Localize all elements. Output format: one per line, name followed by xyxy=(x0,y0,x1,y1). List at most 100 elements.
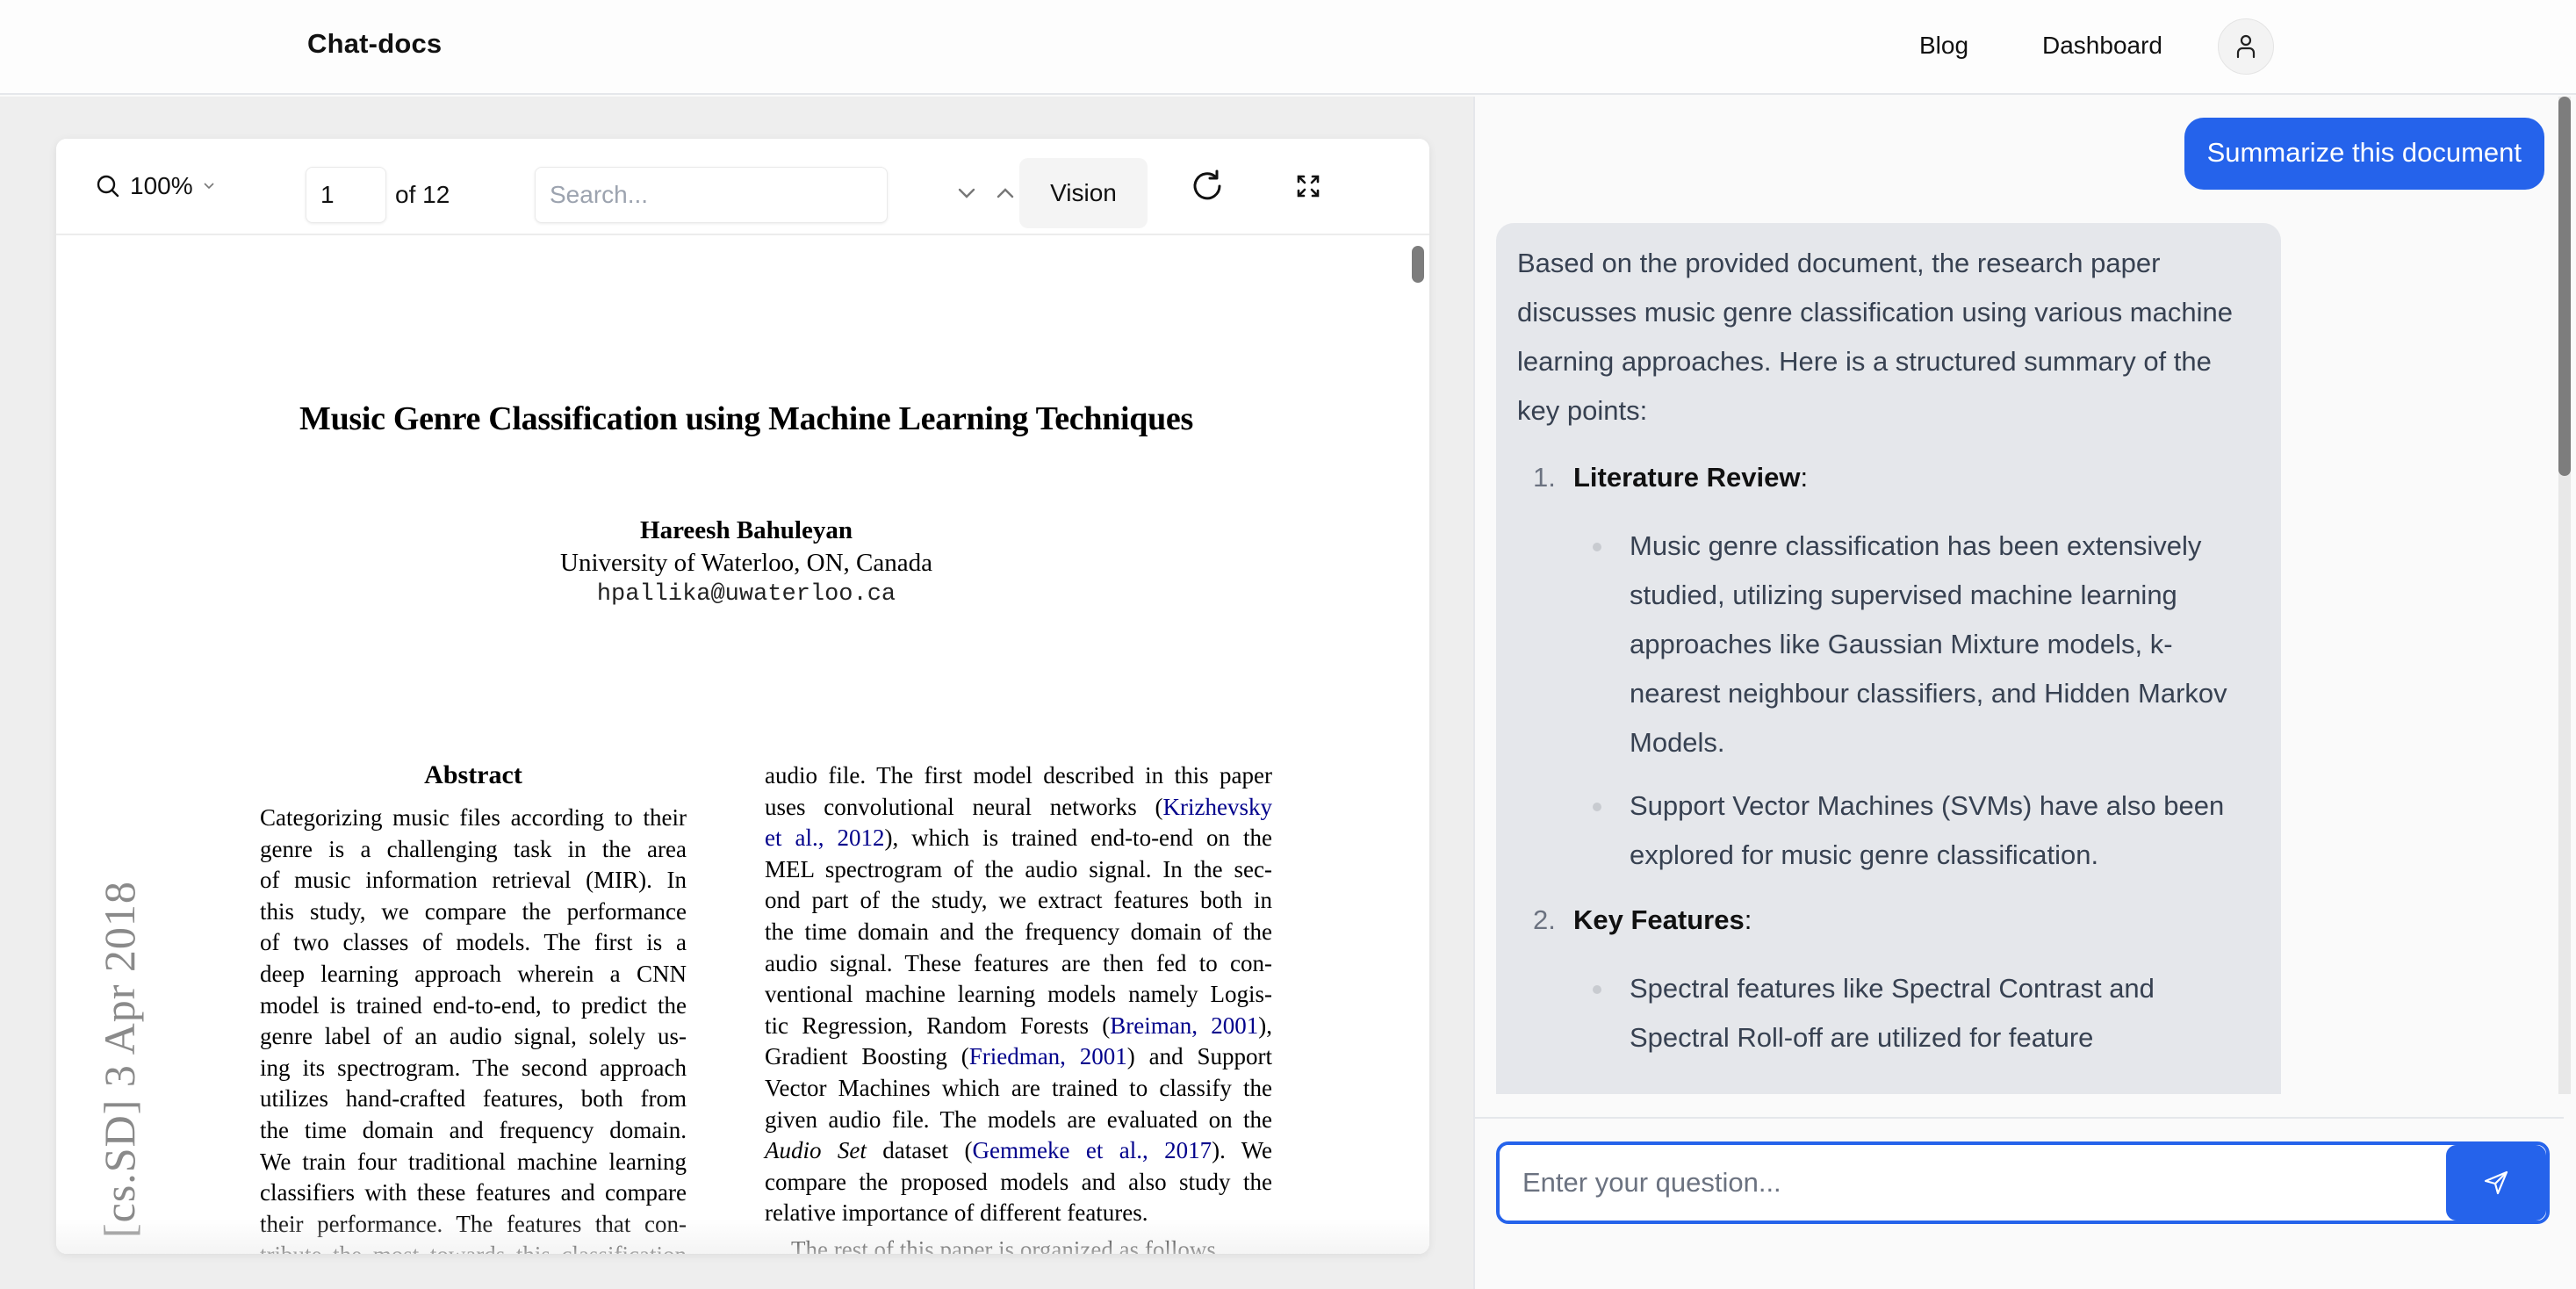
bullet-item: Spectral features like Spectral Contrast… xyxy=(1573,964,2260,1062)
chat-messages[interactable]: Summarize this document Based on the pro… xyxy=(1475,97,2564,1094)
send-button[interactable] xyxy=(2446,1145,2546,1221)
citation-link[interactable]: et al., 2012 xyxy=(765,825,884,851)
summary-list: 1. Literature Review: Music genre classifi… xyxy=(1517,453,2260,1062)
citation-link[interactable]: Friedman, 2001 xyxy=(969,1043,1127,1069)
bullet-text: Spectral features like Spectral Contrast… xyxy=(1630,973,2155,1053)
assistant-message: Based on the provided document, the rese… xyxy=(1496,223,2281,1094)
text-run: MEL spectrogram of the audio signal. In … xyxy=(765,855,1272,882)
abstract-line: tribute the most towards this classifica… xyxy=(260,1240,687,1254)
dataset-name: Audio Set xyxy=(765,1137,867,1164)
text-run: the time domain and the frequency domain… xyxy=(765,918,1272,945)
brand-logo[interactable]: Chat-docs xyxy=(307,28,442,60)
abstract-line: genre is a challenging task in the area xyxy=(260,835,687,862)
rotate-button[interactable] xyxy=(1183,162,1232,211)
zoom-level: 100% xyxy=(130,172,193,199)
document-scrollbar-thumb[interactable] xyxy=(1412,246,1424,283)
summary-section: 1. Literature Review: Music genre classifi… xyxy=(1517,453,2260,880)
text-run: uses convolutional neural networks ( xyxy=(765,793,1163,820)
abstract-line: model is trained end-to-end, to predict … xyxy=(260,991,687,1019)
text-run: audio signal. These features are then fe… xyxy=(765,949,1272,976)
citation-link[interactable]: Krizhevsky xyxy=(1163,794,1272,820)
body-line: The rest of this paper is organized as f… xyxy=(765,1235,1272,1254)
nav-link-blog[interactable]: Blog xyxy=(1919,32,1968,60)
body-line: the time domain and the frequency domain… xyxy=(765,917,1272,948)
bullet-dot-icon xyxy=(1593,803,1601,811)
section-number: 2. xyxy=(1533,904,1556,935)
chat-scrollbar[interactable] xyxy=(2558,97,2571,1094)
body-line: relative importance of different feature… xyxy=(765,1198,1272,1229)
text-run: Gradient Boosting ( xyxy=(765,1043,969,1070)
abstract-line: genre label of an audio signal, solely u… xyxy=(260,1023,687,1050)
abstract-line: of music information retrieval (MIR). In xyxy=(260,867,687,894)
intro-text-column: audio file. The first model described in… xyxy=(765,760,1272,1254)
body-line: et al., 2012), which is trained end-to-e… xyxy=(765,823,1272,854)
body-line: ond part of the study, we extract featur… xyxy=(765,885,1272,917)
body-line: tic Regression, Random Forests (Breiman,… xyxy=(765,1011,1272,1042)
section-colon: : xyxy=(1800,462,1809,493)
summary-section: 2. Key Features: Spectral features like Sp… xyxy=(1517,896,2260,1062)
body-line: ventional machine learning models namely… xyxy=(765,979,1272,1011)
chat-divider xyxy=(1475,1117,2564,1119)
text-run: compare the proposed models and also stu… xyxy=(765,1168,1272,1195)
bullet-text: Support Vector Machines (SVMs) have also… xyxy=(1630,790,2225,870)
bullet-dot-icon xyxy=(1593,543,1601,551)
send-icon xyxy=(2484,1170,2508,1195)
section-bullets: Music genre classification has been exte… xyxy=(1573,522,2260,880)
abstract-heading: Abstract xyxy=(424,760,522,789)
chevron-down-icon xyxy=(204,183,214,190)
paper-email: hpallika@uwaterloo.ca xyxy=(596,581,896,608)
section-heading: Key Features xyxy=(1573,904,1745,935)
next-match-button[interactable] xyxy=(954,181,979,205)
abstract-line: this study, we compare the performance xyxy=(260,897,687,925)
pdf-viewer: 100% of 12 Vision xyxy=(56,139,1429,1254)
section-bullets: Spectral features like Spectral Contrast… xyxy=(1573,964,2260,1062)
body-line: Vector Machines which are trained to cla… xyxy=(765,1073,1272,1105)
rotate-icon xyxy=(1193,169,1221,200)
zoom-dropdown[interactable]: 100% xyxy=(95,169,216,204)
bullet-dot-icon xyxy=(1593,985,1601,994)
paper-affiliation: University of Waterloo, ON, Canada xyxy=(560,549,932,577)
chevron-up-icon xyxy=(997,188,1014,198)
body-line: MEL spectrogram of the audio signal. In … xyxy=(765,854,1272,886)
section-heading: Literature Review xyxy=(1573,462,1801,493)
citation-link[interactable]: Breiman, 2001 xyxy=(1110,1012,1258,1039)
user-menu-button[interactable] xyxy=(2218,18,2274,75)
document-viewer-region: 100% of 12 Vision xyxy=(0,97,1473,1289)
text-run: ), which is trained end-to-end on the xyxy=(884,825,1272,852)
abstract-line: Categorizing music files according to th… xyxy=(260,804,687,831)
abstract-line: We train four traditional machine learni… xyxy=(260,1148,687,1175)
fullscreen-button[interactable] xyxy=(1284,162,1333,211)
nav-link-dashboard[interactable]: Dashboard xyxy=(2042,32,2162,60)
top-navbar: Chat-docs Blog Dashboard xyxy=(0,0,2576,95)
text-run: given audio file. The models are evaluat… xyxy=(765,1105,1272,1133)
text-run: ), xyxy=(1258,1012,1272,1039)
text-run: Vector Machines which are trained to cla… xyxy=(765,1074,1272,1101)
body-line: audio file. The first model described in… xyxy=(765,760,1272,792)
page-number-input[interactable] xyxy=(306,167,386,223)
previous-match-button[interactable] xyxy=(993,181,1018,205)
text-run: dataset ( xyxy=(866,1137,973,1164)
question-input[interactable] xyxy=(1500,1145,2448,1221)
citation-link[interactable]: Gemmeke et al., 2017 xyxy=(973,1137,1212,1163)
text-run: ). We xyxy=(1212,1137,1273,1164)
abstract-line: ing its spectrogram. The second approach xyxy=(260,1054,687,1081)
body-line: uses convolutional neural networks (Kriz… xyxy=(765,792,1272,824)
document-page-area[interactable]: Music Genre Classification using Machine… xyxy=(56,237,1429,1254)
text-run: audio file. The first model described in… xyxy=(765,762,1272,789)
paper-title: Music Genre Classification using Machine… xyxy=(299,400,1193,437)
abstract-line: of two classes of models. The first is a xyxy=(260,929,687,956)
abstract-line: their performance. The features that con… xyxy=(260,1210,687,1237)
expand-icon xyxy=(1297,175,1320,198)
bullet-item: Music genre classification has been exte… xyxy=(1573,522,2260,767)
text-run: tic Regression, Random Forests ( xyxy=(765,1012,1111,1039)
document-search-input[interactable] xyxy=(535,167,888,223)
bullet-item: Support Vector Machines (SVMs) have also… xyxy=(1573,781,2260,880)
text-run: ond part of the study, we extract featur… xyxy=(765,887,1272,914)
chat-scrollbar-thumb[interactable] xyxy=(2558,97,2571,476)
vision-button[interactable]: Vision xyxy=(1019,158,1148,228)
abstract-line: classifiers with these features and comp… xyxy=(260,1179,687,1206)
page-total-label: of 12 xyxy=(395,181,450,208)
body-line: Audio Set dataset (Gemmeke et al., 2017)… xyxy=(765,1135,1272,1167)
viewer-toolbar: 100% of 12 Vision xyxy=(56,139,1429,235)
body-line: Gradient Boosting (Friedman, 2001) and S… xyxy=(765,1041,1272,1073)
